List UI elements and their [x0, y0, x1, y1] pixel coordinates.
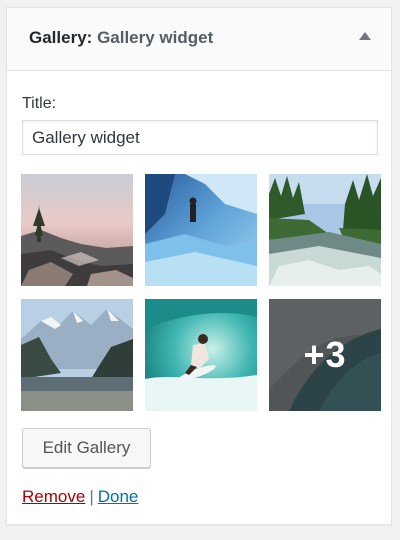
forest-river-image	[269, 174, 381, 286]
gallery-widget: Gallery: Gallery widget Title: Gallery w…	[6, 7, 392, 525]
done-link[interactable]: Done	[98, 487, 139, 506]
surfer-image	[145, 299, 257, 411]
mountain-fjord-image	[21, 299, 133, 411]
gallery-preview: +3	[21, 174, 381, 411]
gallery-thumbnail-mountain-fjord[interactable]	[21, 299, 133, 411]
widget-title-separator: :	[86, 28, 93, 47]
actions-separator: |	[89, 487, 94, 506]
arrow-up-icon[interactable]	[359, 32, 371, 40]
coastal-rocks-image	[21, 174, 133, 286]
more-images-count: +3	[269, 299, 381, 411]
title-input[interactable]	[22, 120, 378, 155]
title-label: Title:	[22, 95, 57, 112]
gallery-thumbnail-forest-river[interactable]	[269, 174, 381, 286]
gallery-thumbnail-more[interactable]: +3	[269, 299, 381, 411]
widget-header[interactable]: Gallery: Gallery widget	[7, 8, 391, 71]
widget-title: Gallery: Gallery widget	[29, 28, 213, 48]
ice-cave-image	[145, 174, 257, 286]
edit-gallery-button[interactable]: Edit Gallery	[22, 428, 151, 468]
gallery-thumbnail-surfer[interactable]	[145, 299, 257, 411]
widget-instance-title: Gallery widget	[97, 28, 214, 47]
widget-type-label: Gallery	[29, 28, 87, 47]
gallery-thumbnail-ice-cave[interactable]	[145, 174, 257, 286]
gallery-thumbnail-coastal-rocks[interactable]	[21, 174, 133, 286]
widget-actions: Remove | Done	[22, 487, 138, 507]
remove-link[interactable]: Remove	[22, 487, 85, 506]
